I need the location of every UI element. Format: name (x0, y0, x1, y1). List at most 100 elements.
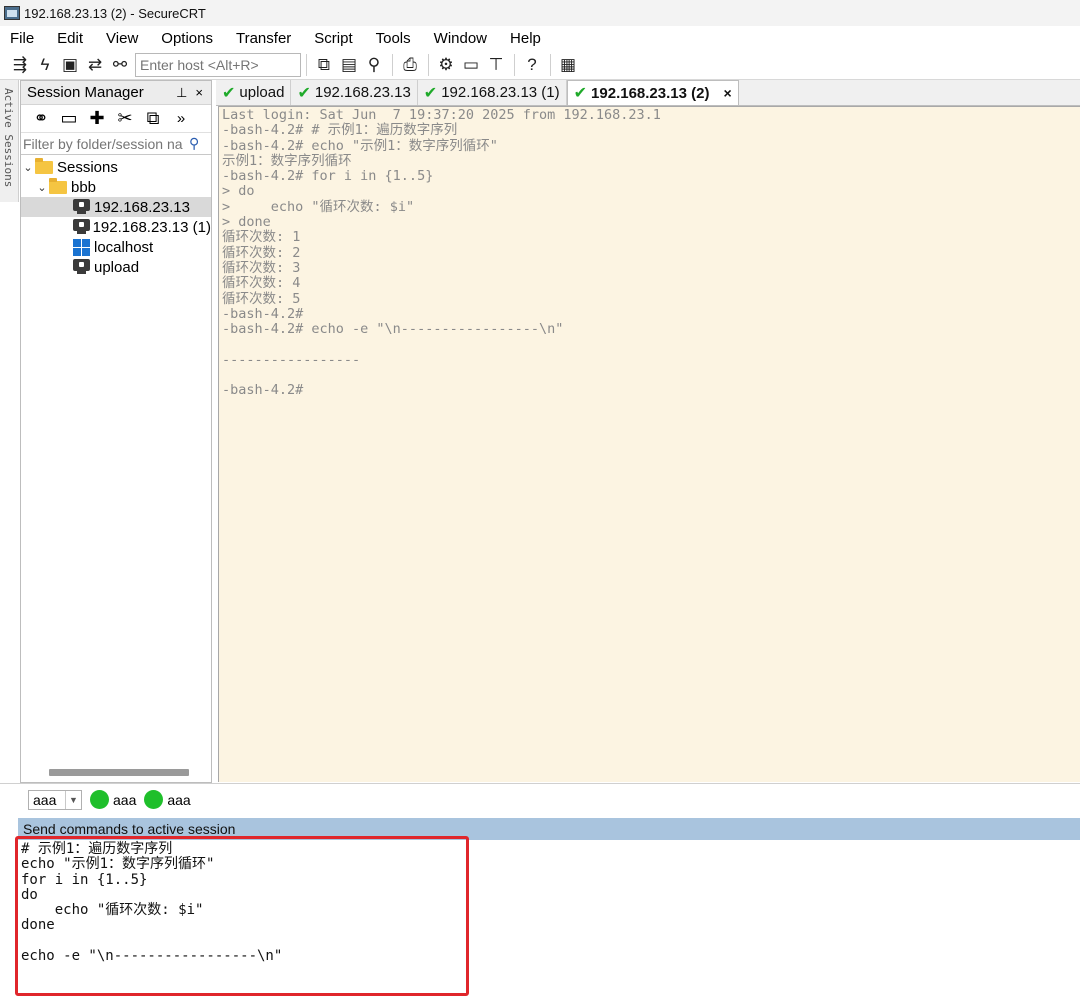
enter-host-input[interactable] (135, 52, 301, 77)
chevron-down-icon[interactable]: ⌄ (35, 181, 49, 194)
keymap-icon[interactable]: ▭ (459, 53, 483, 77)
terminal-line: 循环次数: 3 (222, 259, 301, 276)
tree-folder-sessions[interactable]: ⌄ Sessions (21, 157, 211, 177)
terminal-line: 循环次数: 2 (222, 244, 301, 261)
help-icon[interactable]: ? (520, 53, 544, 77)
add-icon[interactable]: ✚ (83, 108, 111, 129)
paste-icon[interactable]: ▤ (337, 53, 361, 77)
menu-transfer[interactable]: Transfer (234, 30, 293, 47)
command-line (21, 934, 282, 949)
copy-icon[interactable]: ⧉ (312, 53, 336, 77)
tree-session-localhost[interactable]: localhost (21, 237, 211, 257)
tree-folder-bbb[interactable]: ⌄ bbb (21, 177, 211, 197)
terminal-line: -bash-4.2# # 示例1：遍历数字序列 (222, 122, 458, 139)
button-bar-selector-value: aaa (33, 791, 57, 808)
search-icon[interactable]: ⚲ (189, 135, 199, 152)
button-bar-button[interactable]: aaa (144, 790, 191, 809)
terminal-output[interactable]: Last login: Sat Jun 7 19:37:20 2025 from… (218, 106, 1080, 782)
session-monitor-icon (73, 199, 90, 215)
tab-label: 192.168.23.13 (1) (441, 84, 560, 101)
more-icon[interactable]: » (167, 110, 195, 127)
close-tab-icon[interactable]: × (723, 85, 731, 101)
command-window-input[interactable]: # 示例1：遍历数字序列 echo "示例1：数字序列循环" for i in {1… (18, 840, 1080, 997)
menu-script[interactable]: Script (312, 30, 354, 47)
securecrt-app-icon (4, 6, 20, 20)
find-icon[interactable]: ⚲ (362, 53, 386, 77)
horizontal-scrollbar[interactable] (49, 769, 189, 776)
tree-label: upload (94, 258, 140, 276)
session-tabs: ✔ upload ✔ 192.168.23.13 ✔ 192.168.23.13… (216, 80, 1080, 106)
caret-icon[interactable]: ⌄ (21, 161, 35, 174)
menu-file[interactable]: File (8, 30, 36, 47)
terminal-line: -bash-4.2# for i in {1..5} (222, 168, 434, 185)
terminal-lines: Last login: Sat Jun 7 19:37:20 2025 from… (222, 107, 661, 399)
menu-options[interactable]: Options (159, 30, 215, 47)
cut-icon[interactable]: ✂ (111, 108, 139, 129)
window-title: 192.168.23.13 (2) - SecureCRT (24, 5, 206, 21)
command-window-header: Send commands to active session (18, 818, 1080, 840)
close-icon[interactable]: × (195, 85, 203, 100)
session-filter-input[interactable] (23, 135, 189, 152)
tree-session-192-168-23-13-1[interactable]: 192.168.23.13 (1) (21, 217, 211, 237)
tree-label: 192.168.23.13 (94, 198, 190, 216)
active-sessions-tab[interactable]: Active Sessions (0, 80, 19, 202)
link-icon[interactable]: ⚭ (27, 108, 55, 129)
active-sessions-label: Active Sessions (2, 88, 15, 188)
terminal-line: 循环次数: 1 (222, 229, 301, 246)
print-icon[interactable]: ⎙ (398, 53, 422, 77)
tab-192-168-23-13[interactable]: ✔ 192.168.23.13 (291, 80, 418, 105)
terminal-line: -bash-4.2# (222, 382, 304, 399)
toolbar-separator (514, 53, 515, 76)
menu-help[interactable]: Help (508, 30, 543, 47)
connect-icon[interactable]: ⇶ (8, 53, 32, 77)
terminal-line: > do (222, 183, 255, 200)
pin-icon[interactable]: ⊥ (176, 85, 187, 101)
disconnect-icon[interactable]: ⚯ (108, 53, 132, 77)
toolbar: ⇶ ϟ ▣ ⇄ ⚯ ⧉ ▤ ⚲ ⎙ ⚙ ▭ ⊤ ? ▦ (0, 50, 1080, 80)
chevron-down-icon[interactable]: ▼ (65, 790, 81, 809)
command-line: for i in {1..5} (21, 871, 148, 888)
tree-label: 192.168.23.13 (1) (92, 218, 211, 236)
tab-192-168-23-13-1[interactable]: ✔ 192.168.23.13 (1) (418, 80, 567, 105)
terminal-line: -bash-4.2# echo -e "\n-----------------\… (222, 321, 564, 338)
tab-192-168-23-13-2[interactable]: ✔ 192.168.23.13 (2) × (566, 80, 739, 105)
toolbar-separator (392, 53, 393, 76)
terminal-line: -bash-4.2# echo "示例1：数字序列循环" (222, 137, 498, 154)
reconnect-icon[interactable]: ⇄ (83, 53, 107, 77)
connect-tab-icon[interactable]: ▣ (58, 53, 82, 77)
window-icon[interactable]: ▭ (55, 108, 83, 129)
terminal-line: > echo "循环次数: $i" (222, 198, 415, 215)
tree-label: bbb (71, 178, 97, 196)
toolbar-separator (306, 53, 307, 76)
tab-upload[interactable]: ✔ upload (216, 80, 292, 105)
session-monitor-icon (73, 219, 90, 235)
terminal-line: 循环次数: 5 (222, 290, 301, 307)
command-line: echo -e "\n-----------------\n" (21, 948, 283, 965)
session-manager-panel: Session Manager ⊥ × ⚭ ▭ ✚ ✂ ⧉ » ⚲ ⌄ Sess… (20, 80, 212, 783)
tree-session-upload[interactable]: upload (21, 257, 211, 277)
tree-label: localhost (94, 238, 154, 256)
settings-icon[interactable]: ⚙ (434, 53, 458, 77)
copy-icon[interactable]: ⧉ (139, 108, 167, 129)
sftp-icon[interactable]: ⊤ (484, 53, 508, 77)
session-options-icon[interactable]: ▦ (556, 53, 580, 77)
terminal-line: 示例1：数字序列循环 (222, 152, 352, 169)
quick-connect-icon[interactable]: ϟ (33, 53, 57, 77)
title-bar: 192.168.23.13 (2) - SecureCRT (0, 0, 1080, 26)
button-label: aaa (113, 791, 137, 808)
menu-edit[interactable]: Edit (55, 30, 85, 47)
menu-view[interactable]: View (104, 30, 140, 47)
session-manager-title: Session Manager (27, 84, 144, 101)
connected-check-icon: ✔ (222, 84, 236, 102)
terminal-line: 循环次数: 4 (222, 275, 301, 292)
command-window-title: Send commands to active session (23, 821, 236, 837)
tree-session-192-168-23-13[interactable]: 192.168.23.13 (21, 197, 211, 217)
menu-bar: File Edit View Options Transfer Script T… (0, 26, 1080, 50)
tab-label: 192.168.23.13 (2) (591, 84, 710, 102)
session-manager-toolbar: ⚭ ▭ ✚ ✂ ⧉ » (21, 105, 211, 133)
button-bar-button[interactable]: aaa (90, 790, 136, 809)
menu-tools[interactable]: Tools (374, 30, 413, 47)
menu-window[interactable]: Window (432, 30, 489, 47)
button-bar-selector[interactable]: aaa ▼ (28, 789, 82, 810)
